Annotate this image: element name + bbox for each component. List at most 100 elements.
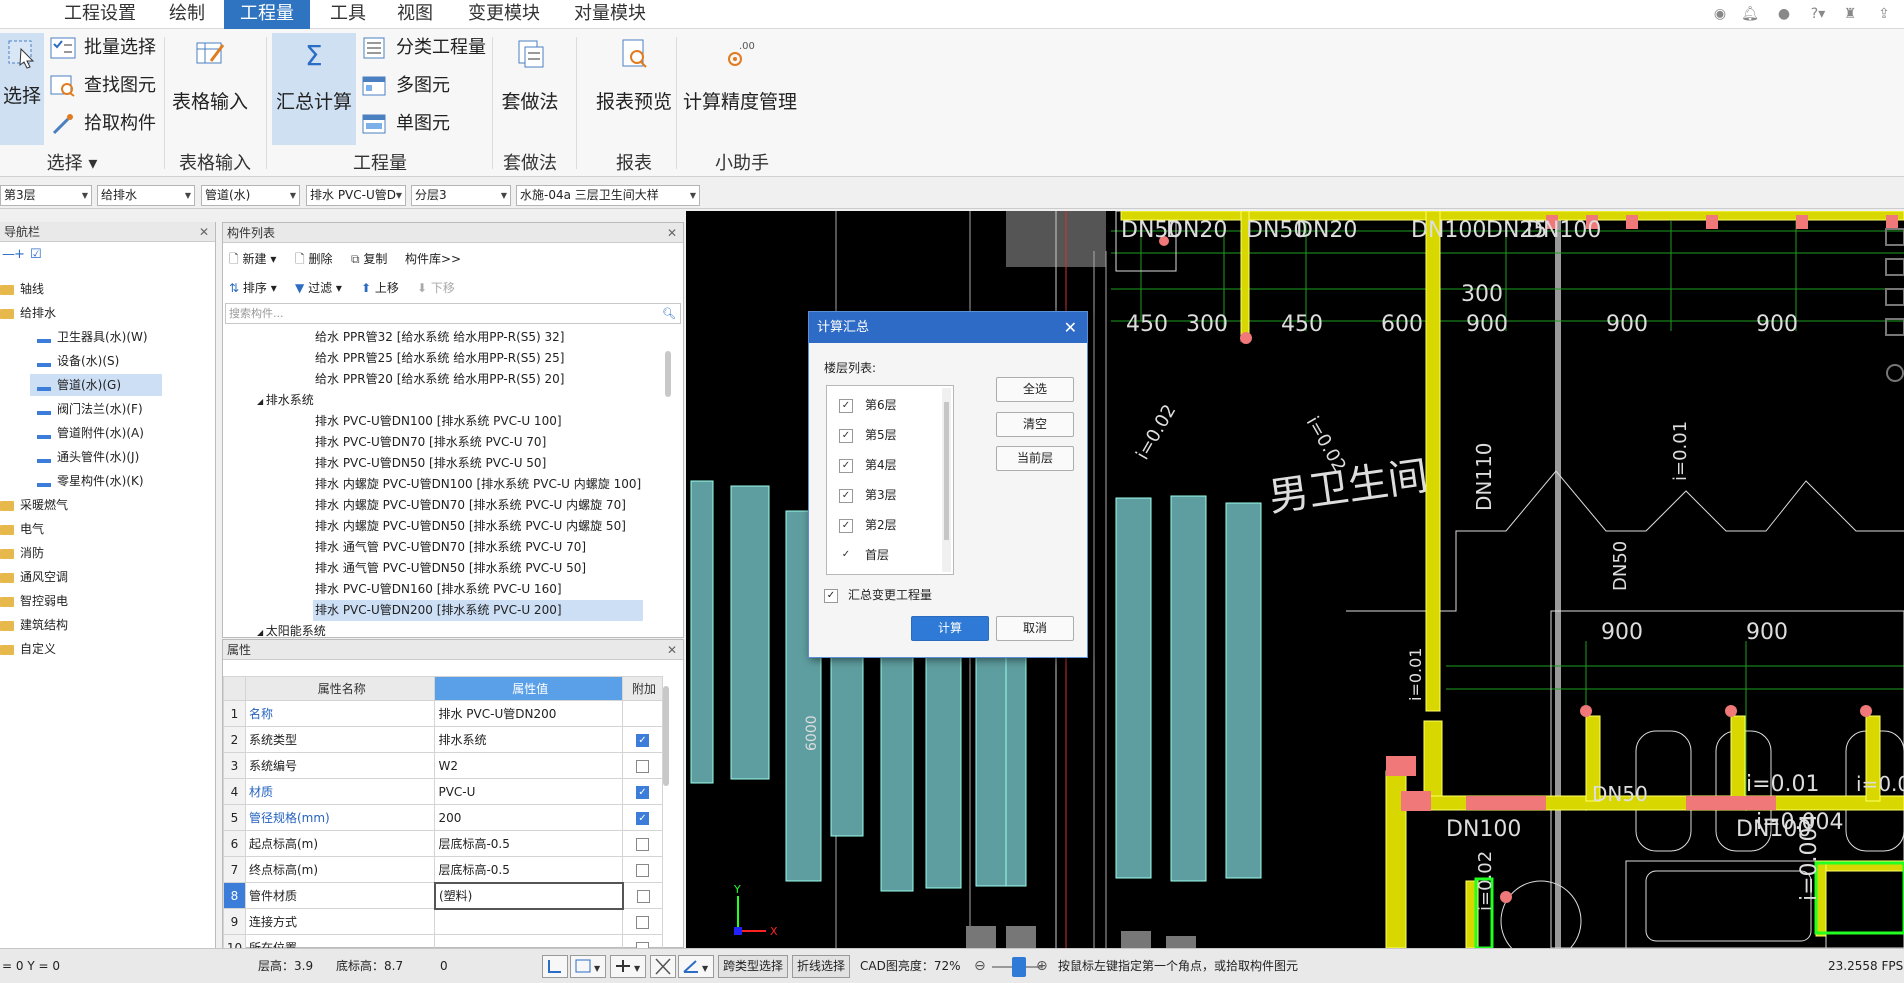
property-row[interactable]: 4 材质 PVC-U ✓ (223, 778, 663, 805)
drawing-combo[interactable]: 水施-04a 三层卫生间大样 ▼ (516, 185, 700, 206)
property-row[interactable]: 8 管件材质 (塑料) (223, 881, 663, 910)
menu-view[interactable]: 视图 (385, 0, 445, 29)
filter-button[interactable]: ▼ 过滤 ▾ (295, 277, 342, 299)
floor-checkbox-row[interactable]: ✓ 第4层 (839, 452, 897, 478)
component-search-input[interactable]: 搜索构件... 🔍︎ (225, 303, 681, 324)
component-combo[interactable]: 排水 PVC-U管D ▼ (306, 185, 406, 206)
cross-type-select-button[interactable]: 跨类型选择 (718, 955, 789, 978)
discipline-combo[interactable]: 给排水 ▼ (97, 185, 195, 206)
pick-component-button[interactable]: 拾取构件 (50, 109, 156, 139)
ortho-icon[interactable] (542, 955, 568, 978)
find-element-button[interactable]: 查找图元 (50, 71, 156, 101)
component-item[interactable]: 排水 PVC-U管DN50 [排水系统 PVC-U 50] (315, 453, 546, 474)
expand-arrow-icon[interactable]: ◢ (257, 628, 266, 637)
osnap-icon[interactable]: ▼ (610, 955, 646, 978)
property-row[interactable]: 1 名称 排水 PVC-U管DN200 (223, 700, 663, 727)
nav-item[interactable]: 设备(水)(S) (36, 350, 119, 372)
menu-project-settings[interactable]: 工程设置 (52, 0, 148, 29)
sort-button[interactable]: ⇅ 排序 ▾ (229, 277, 277, 299)
floor-checkbox-row[interactable]: ✓ 第6层 (839, 392, 897, 418)
floor-checkbox-row[interactable]: ✓ 首层 (839, 542, 889, 568)
shirt-icon[interactable]: ♜ (1840, 4, 1860, 24)
nav-item[interactable]: 管道(水)(G) (30, 374, 162, 396)
extra-checkbox[interactable] (636, 915, 649, 929)
library-button[interactable]: 构件库>> (405, 248, 461, 270)
move-up-button[interactable]: ⬆ 上移 (361, 277, 399, 299)
method-button[interactable]: 套做法 (498, 37, 562, 114)
minus-icon[interactable]: ⊖ (974, 949, 986, 983)
property-value[interactable] (434, 908, 623, 935)
expand-arrow-icon[interactable]: ◢ (257, 397, 266, 406)
nav-item[interactable]: 自定义 (0, 638, 56, 660)
property-value[interactable]: 排水 PVC-U管DN200 (434, 700, 623, 727)
menu-quantity[interactable]: 工程量 (224, 0, 310, 29)
property-row[interactable]: 3 系统编号 W2 (223, 752, 663, 779)
property-value[interactable]: W2 (434, 752, 623, 779)
cancel-button[interactable]: 取消 (996, 616, 1074, 641)
expand-icon[interactable]: + (14, 247, 25, 262)
plus-icon[interactable]: ⊕ (1036, 949, 1048, 983)
extra-checkbox[interactable] (636, 759, 649, 773)
property-row[interactable]: 6 起点标高(m) 层底标高-0.5 (223, 830, 663, 857)
component-item[interactable]: 排水 PVC-U管DN70 [排水系统 PVC-U 70] (315, 432, 546, 453)
scrollbar-thumb[interactable] (665, 351, 671, 397)
classify-quantity-button[interactable]: 分类工程量 (362, 33, 486, 63)
floor-checkbox-row[interactable]: ✓ 第3层 (839, 482, 897, 508)
polyline-select-button[interactable]: 折线选择 (792, 955, 851, 978)
property-value[interactable]: (塑料) (433, 881, 624, 910)
calculate-button[interactable]: 计算 (911, 616, 989, 641)
floor-list-scrollbar[interactable] (942, 388, 951, 572)
scrollbar-thumb[interactable] (663, 686, 669, 786)
extra-checkbox[interactable] (636, 889, 650, 903)
nav-item[interactable]: 智控弱电 (0, 590, 68, 612)
close-icon[interactable]: ✕ (667, 223, 677, 243)
cross-icon[interactable] (650, 955, 676, 978)
help-icon[interactable]: ?▾ (1804, 4, 1832, 24)
chat-icon[interactable]: ● (1774, 4, 1794, 24)
nav-item[interactable]: 消防 (0, 542, 44, 564)
menu-draw[interactable]: 绘制 (157, 0, 217, 29)
menu-reconcile-module[interactable]: 对量模块 (562, 0, 658, 29)
extra-checkbox[interactable]: ✓ (636, 811, 649, 825)
menu-tools[interactable]: 工具 (318, 0, 378, 29)
snap-icon[interactable]: ▼ (570, 955, 606, 978)
delete-button[interactable]: 🗋 删除 (295, 248, 333, 270)
property-row[interactable]: 2 系统类型 排水系统 ✓ (223, 726, 663, 753)
component-item[interactable]: 排水 内螺旋 PVC-U管DN100 [排水系统 PVC-U 内螺旋 100] (315, 474, 641, 495)
select-all-button[interactable]: 全选 (996, 377, 1074, 402)
extra-checkbox[interactable]: ✓ (636, 733, 649, 747)
property-row[interactable]: 5 管径规格(mm) 200 ✓ (223, 804, 663, 831)
search-icon[interactable]: 🔍︎ (662, 304, 676, 323)
polar-icon[interactable]: ▼ (678, 955, 714, 978)
property-row[interactable]: 7 终点标高(m) 层底标高-0.5 (223, 856, 663, 883)
batch-select-button[interactable]: 批量选择 (50, 33, 156, 63)
nav-item[interactable]: 通头管件(水)(J) (36, 446, 139, 468)
extra-checkbox[interactable]: ✓ (636, 785, 649, 799)
include-change-checkbox[interactable]: ✓ 汇总变更工程量 (824, 586, 932, 604)
floor-checkbox-row[interactable]: ✓ 第5层 (839, 422, 897, 448)
new-button[interactable]: 🗋 新建 ▾ (229, 248, 276, 270)
component-item[interactable]: 排水 内螺旋 PVC-U管DN50 [排水系统 PVC-U 内螺旋 50] (315, 516, 626, 537)
nav-item[interactable]: 管道附件(水)(A) (36, 422, 144, 444)
nav-item[interactable]: 通风空调 (0, 566, 68, 588)
component-item[interactable]: 排水 PVC-U管DN100 [排水系统 PVC-U 100] (315, 411, 562, 432)
nav-item[interactable]: 电气 (0, 518, 44, 540)
component-item[interactable]: 给水 PPR管25 [给水系统 给水用PP-R(S5) 25] (315, 348, 564, 369)
checklist-icon[interactable]: ☑ (30, 247, 42, 262)
export-icon[interactable]: ⇪ (1874, 4, 1894, 24)
floor-combo[interactable]: 第3层 ▼ (0, 185, 92, 206)
component-item[interactable]: 给水 PPR管20 [给水系统 给水用PP-R(S5) 20] (315, 369, 564, 390)
component-type-combo[interactable]: 管道(水) ▼ (201, 185, 300, 206)
component-group[interactable]: ◢ 排水系统 (257, 390, 314, 411)
precision-manage-button[interactable]: .00 计算精度管理 (682, 37, 798, 114)
nav-item[interactable]: 轴线 (0, 278, 44, 300)
property-value[interactable]: 层底标高-0.5 (434, 830, 623, 857)
nav-item[interactable]: 给排水 (0, 302, 56, 324)
component-item[interactable]: 给水 PPR管32 [给水系统 给水用PP-R(S5) 32] (315, 327, 564, 348)
copy-button[interactable]: ⧉ 复制 (351, 248, 387, 270)
floor-checkbox-row[interactable]: ✓ 第2层 (839, 512, 897, 538)
component-item[interactable]: 排水 PVC-U管DN160 [排水系统 PVC-U 160] (315, 579, 562, 600)
brightness-slider-handle[interactable] (1012, 957, 1026, 977)
user-icon[interactable]: ◉ (1710, 4, 1730, 24)
nav-item[interactable]: 阀门法兰(水)(F) (36, 398, 143, 420)
